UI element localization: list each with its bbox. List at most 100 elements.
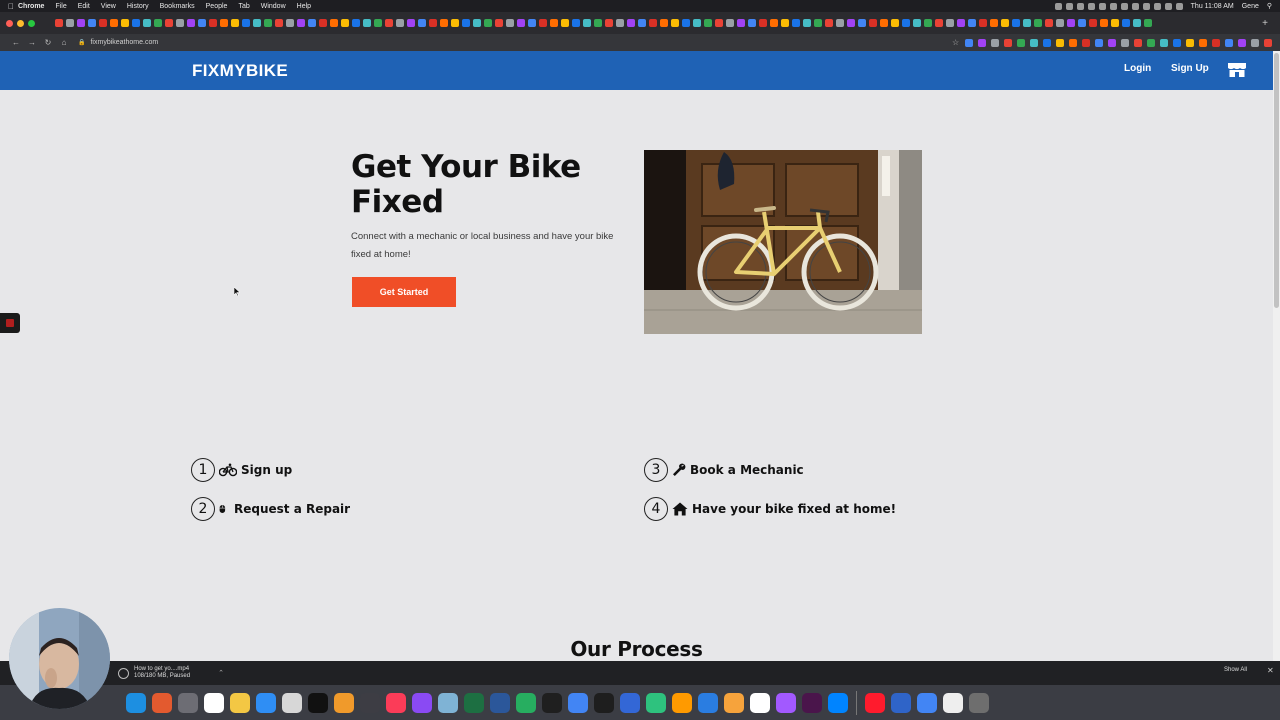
tab-favicon-icon[interactable] (671, 19, 679, 27)
tab-favicon-icon[interactable] (1111, 19, 1119, 27)
tab-favicon-icon[interactable] (770, 19, 778, 27)
tab-favicon-icon[interactable] (704, 19, 712, 27)
tab-favicon-icon[interactable] (638, 19, 646, 27)
dock-app-icon[interactable] (178, 692, 198, 713)
minimize-window-icon[interactable] (17, 19, 24, 27)
close-window-icon[interactable] (6, 19, 13, 27)
tab-favicon-icon[interactable] (748, 19, 756, 27)
dock-app-icon[interactable] (620, 692, 640, 713)
tab-favicon-icon[interactable] (1023, 19, 1031, 27)
tab-favicon-icon[interactable] (121, 19, 129, 27)
tab-favicon-icon[interactable] (462, 19, 470, 27)
tab-favicon-icon[interactable] (1089, 19, 1097, 27)
site-logo[interactable]: FIXMYBIKE (192, 61, 288, 81)
menubar-user[interactable]: Gene (1242, 3, 1259, 10)
extension-icon[interactable] (978, 38, 986, 47)
dock-app-icon[interactable] (204, 692, 224, 713)
dock-app-icon[interactable] (490, 692, 510, 713)
tab-favicon-icon[interactable] (979, 19, 987, 27)
extension-icon[interactable] (1108, 38, 1116, 47)
menubar-clock[interactable]: Thu 11:08 AM (1191, 3, 1234, 10)
forward-arrow-icon[interactable]: → (24, 38, 40, 47)
dock-app-icon[interactable] (542, 692, 562, 713)
chevron-up-icon[interactable]: ⌃ (218, 669, 224, 677)
extension-icon[interactable] (965, 38, 973, 47)
tab-favicon-icon[interactable] (660, 19, 668, 27)
tab-favicon-icon[interactable] (253, 19, 261, 27)
tab-favicon-icon[interactable] (726, 19, 734, 27)
dock-app-icon[interactable] (594, 692, 614, 713)
tab-favicon-icon[interactable] (825, 19, 833, 27)
tab-favicon-icon[interactable] (176, 19, 184, 27)
tab-favicon-icon[interactable] (99, 19, 107, 27)
home-icon[interactable]: ⌂ (56, 38, 72, 47)
tab-favicon-icon[interactable] (1001, 19, 1009, 27)
tab-favicon-icon[interactable] (429, 19, 437, 27)
tab-favicon-icon[interactable] (517, 19, 525, 27)
tab-favicon-icon[interactable] (297, 19, 305, 27)
extension-icons[interactable]: ☆ (952, 38, 1272, 47)
store-icon[interactable] (1227, 61, 1247, 78)
tab-favicon-icon[interactable] (396, 19, 404, 27)
tab-favicon-icon[interactable] (946, 19, 954, 27)
dock-app-icon[interactable] (282, 692, 302, 713)
dock-app-icon[interactable] (438, 692, 458, 713)
recording-widget[interactable] (0, 313, 20, 333)
tab-favicon-icon[interactable] (473, 19, 481, 27)
dock-app-icon[interactable] (917, 692, 937, 713)
menu-history[interactable]: History (127, 3, 149, 10)
tab-favicon-icon[interactable] (264, 19, 272, 27)
tab-favicon-icon[interactable] (693, 19, 701, 27)
tab-favicon-icon[interactable] (451, 19, 459, 27)
back-arrow-icon[interactable]: ← (8, 38, 24, 47)
tab-favicon-icon[interactable] (286, 19, 294, 27)
extension-icon[interactable] (1004, 38, 1012, 47)
tab-favicon-icon[interactable] (847, 19, 855, 27)
tab-favicon-icon[interactable] (1144, 19, 1152, 27)
tab-favicon-icon[interactable] (1133, 19, 1141, 27)
menubar-tray-icons[interactable] (1054, 2, 1183, 10)
dock-app-icon[interactable] (308, 692, 328, 713)
tab-favicon-icon[interactable] (594, 19, 602, 27)
tab-favicon-icon[interactable] (616, 19, 624, 27)
tab-favicon-icon[interactable] (143, 19, 151, 27)
login-link[interactable]: Login (1124, 63, 1151, 74)
dock-app-icon[interactable] (646, 692, 666, 713)
tab-favicon-icon[interactable] (869, 19, 877, 27)
tab-favicon-icon[interactable] (858, 19, 866, 27)
tab-favicon-icon[interactable] (814, 19, 822, 27)
dock-app-icon[interactable] (386, 692, 406, 713)
tab-favicon-icon[interactable] (220, 19, 228, 27)
extension-icon[interactable] (1186, 38, 1194, 47)
tab-favicon-icon[interactable] (550, 19, 558, 27)
tab-favicon-icon[interactable] (308, 19, 316, 27)
dock-app-icon[interactable] (969, 692, 989, 713)
tab-favicon-icon[interactable] (385, 19, 393, 27)
extension-icon[interactable] (1017, 38, 1025, 47)
tab-favicon-icon[interactable] (330, 19, 338, 27)
tab-favicon-icon[interactable] (935, 19, 943, 27)
tab-favicon-icon[interactable] (792, 19, 800, 27)
dock-app-icon[interactable] (152, 692, 172, 713)
tab-favicon-icon[interactable] (1078, 19, 1086, 27)
tab-favicon-icon[interactable] (528, 19, 536, 27)
show-all-button[interactable]: Show All (1224, 667, 1247, 673)
tab-favicon-icon[interactable] (55, 19, 63, 27)
extension-icon[interactable] (1069, 38, 1077, 47)
dock-app-icon[interactable] (516, 692, 536, 713)
tab-favicon-icon[interactable] (352, 19, 360, 27)
extension-icon[interactable] (1251, 38, 1259, 47)
scrollbar-thumb[interactable] (1274, 53, 1279, 308)
tab-favicon-icon[interactable] (583, 19, 591, 27)
tab-favicon-icon[interactable] (1056, 19, 1064, 27)
tab-favicon-icon[interactable] (781, 19, 789, 27)
tab-favicon-icon[interactable] (154, 19, 162, 27)
tab-favicon-icon[interactable] (231, 19, 239, 27)
tab-favicon-icon[interactable] (440, 19, 448, 27)
dock-app-icon[interactable] (865, 692, 885, 713)
tab-favicon-icon[interactable] (957, 19, 965, 27)
spotlight-icon[interactable]: ⚲ (1267, 2, 1272, 10)
tab-favicon-icon[interactable] (341, 19, 349, 27)
tab-favicon-icon[interactable] (110, 19, 118, 27)
new-tab-icon[interactable]: + (1262, 18, 1268, 29)
